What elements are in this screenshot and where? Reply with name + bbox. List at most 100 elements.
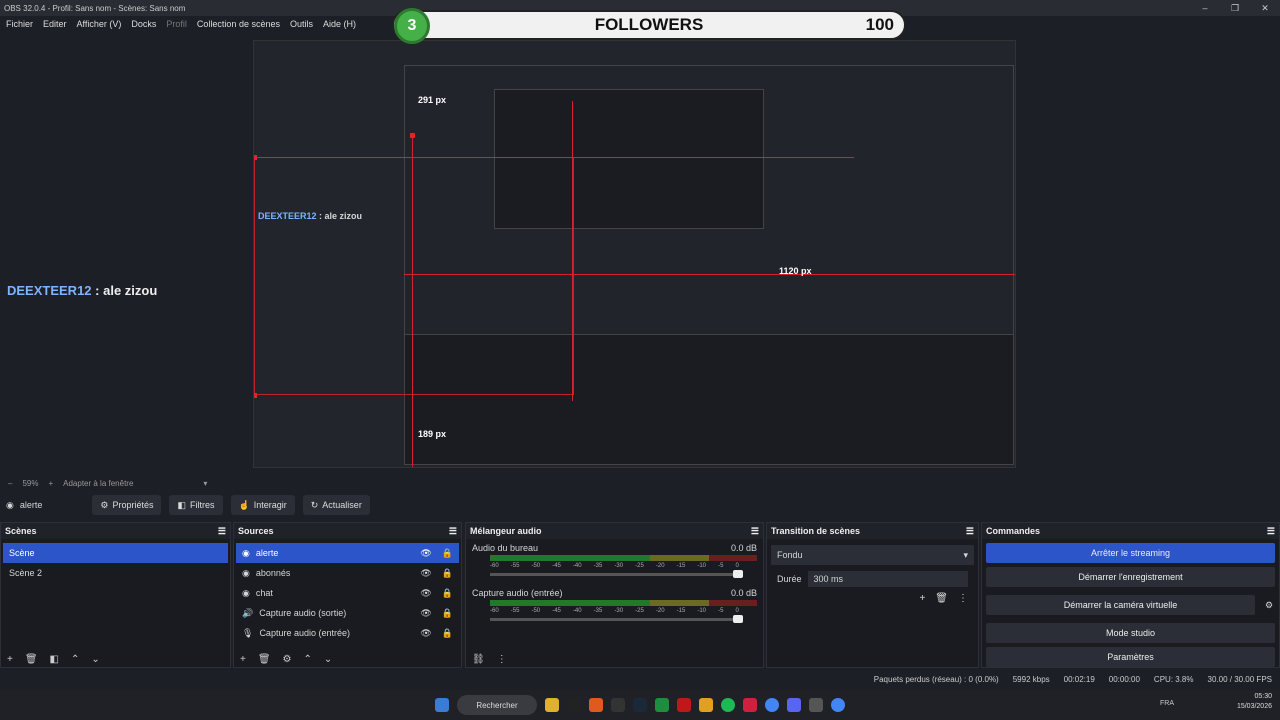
scene-item[interactable]: Scène 2 [3, 563, 228, 583]
add-icon[interactable]: + [240, 654, 246, 665]
source-label: Capture audio (entrée) [259, 628, 350, 638]
trash-icon[interactable]: 🗑 [258, 654, 271, 665]
transition-select[interactable]: Fondu ▾ [771, 545, 974, 565]
spotify-icon[interactable] [721, 698, 735, 712]
gear-icon[interactable]: ⚙ [1259, 600, 1279, 611]
menu-outils[interactable]: Outils [290, 19, 313, 29]
zoom-in-icon[interactable]: + [48, 479, 53, 488]
folder-icon[interactable] [545, 698, 559, 712]
xbox-icon[interactable] [655, 698, 669, 712]
source-item[interactable]: ◉ chat 👁 🔒 [236, 583, 459, 603]
studio-mode-button[interactable]: Mode studio [986, 623, 1275, 643]
scenes-footer: + 🗑 ◧ ⌃ ⌄ [1, 654, 100, 665]
refresh-button[interactable]: ↻ Actualiser [302, 495, 370, 515]
obs-icon[interactable] [809, 698, 823, 712]
mixer-dock: Mélangeur audio ☰ Audio du bureau 0.0 dB -… [465, 522, 764, 668]
preview-canvas[interactable]: 291 px 1120 px 189 px DEEXTEER12 : ale z… [253, 40, 1016, 468]
language-indicator[interactable]: FRA [1160, 700, 1174, 707]
up-icon[interactable]: ⌃ [71, 654, 79, 665]
lock-icon[interactable]: 🔒 [442, 628, 453, 639]
source-item[interactable]: ◉ alerte 👁 🔒 [236, 543, 459, 563]
fit-window[interactable]: Adapter à la fenêtre [63, 479, 133, 488]
menu-collection[interactable]: Collection de scènes [197, 19, 280, 29]
volume-slider[interactable] [490, 615, 743, 623]
scene-item[interactable]: Scène [3, 543, 228, 563]
stop-streaming-button[interactable]: Arrêter le streaming [986, 543, 1275, 563]
taskbar-search[interactable]: Rechercher [457, 695, 537, 715]
up-icon[interactable]: ⌃ [304, 654, 312, 665]
eye-icon[interactable]: 👁 [420, 548, 431, 559]
filter-icon[interactable]: ◧ [50, 654, 59, 665]
dock-menu-icon[interactable]: ☰ [218, 526, 226, 537]
guide-line [412, 133, 413, 467]
properties-button[interactable]: ⚙ Propriétés [92, 495, 162, 515]
eye-icon[interactable]: 👁 [420, 628, 431, 639]
lock-icon[interactable]: 🔒 [442, 568, 453, 579]
volume-slider[interactable] [490, 570, 743, 578]
eye-icon[interactable]: 👁 [420, 568, 431, 579]
menu-docks[interactable]: Docks [131, 19, 156, 29]
slider-knob[interactable] [733, 570, 743, 578]
down-icon[interactable]: ⌄ [324, 654, 332, 665]
trash-icon[interactable]: 🗑 [25, 654, 38, 665]
fps: 30.00 / 30.00 FPS [1207, 674, 1273, 684]
lock-icon[interactable]: 🔒 [442, 548, 453, 559]
source-label: alerte [255, 548, 279, 558]
discord-icon[interactable] [787, 698, 801, 712]
followers-overlay: 3 FOLLOWERS 100 [392, 8, 906, 44]
source-item[interactable]: 🔊 Capture audio (sortie) 👁 🔒 [236, 603, 459, 623]
add-icon[interactable]: + [919, 593, 925, 604]
eye-icon[interactable]: 👁 [420, 588, 431, 599]
down-icon[interactable]: ⌄ [91, 654, 99, 665]
virtual-camera-button[interactable]: Démarrer la caméra virtuelle [986, 595, 1255, 615]
lock-icon[interactable]: 🔒 [442, 608, 453, 619]
menu-aide[interactable]: Aide (H) [323, 19, 356, 29]
dock-menu-icon[interactable]: ☰ [966, 526, 974, 537]
app-icon[interactable] [589, 698, 603, 712]
lock-icon[interactable]: 🔒 [442, 588, 453, 599]
minimize-icon[interactable]: – [1190, 0, 1220, 16]
handle[interactable] [254, 155, 257, 160]
chrome-icon[interactable] [831, 698, 845, 712]
dock-menu-icon[interactable]: ☰ [751, 526, 759, 537]
menu-editer[interactable]: Editer [43, 19, 67, 29]
steam-icon[interactable] [633, 698, 647, 712]
source-item[interactable]: 🎙 Capture audio (entrée) 👁 🔒 [236, 623, 459, 643]
zoom-out-icon[interactable]: – [8, 479, 12, 488]
windows-icon[interactable] [435, 698, 449, 712]
source-item[interactable]: ◉ abonnés 👁 🔒 [236, 563, 459, 583]
browser-icon: ◉ [242, 587, 250, 598]
chrome-icon[interactable] [765, 698, 779, 712]
dock-menu-icon[interactable]: ☰ [449, 526, 457, 537]
menu-fichier[interactable]: Fichier [6, 19, 33, 29]
system-clock[interactable]: 05:30 15/03/2026 [1237, 692, 1272, 712]
transitions-dock: Transition de scènes ☰ Fondu ▾ Durée 300 ms… [766, 522, 979, 668]
gear-icon[interactable]: ⚙ [283, 654, 292, 665]
handle[interactable] [254, 393, 257, 398]
slider-knob[interactable] [733, 615, 743, 623]
interact-button[interactable]: ☝ Interagir [230, 495, 295, 515]
close-icon[interactable]: ✕ [1250, 0, 1280, 16]
link-icon[interactable]: ⛓ [472, 654, 485, 665]
chevron-down-icon[interactable]: ▾ [203, 479, 207, 488]
menu-profil[interactable]: Profil [166, 19, 187, 29]
epic-icon[interactable] [611, 698, 625, 712]
more-icon[interactable]: ⋮ [497, 654, 507, 665]
app-icon[interactable] [743, 698, 757, 712]
trash-icon[interactable]: 🗑 [935, 593, 948, 604]
settings-button[interactable]: Paramètres [986, 647, 1275, 667]
start-recording-button[interactable]: Démarrer l'enregistrement [986, 567, 1275, 587]
gear-icon: ⚙ [100, 499, 109, 510]
eye-icon[interactable]: 👁 [420, 608, 431, 619]
add-icon[interactable]: + [7, 654, 13, 665]
menu-afficher[interactable]: Afficher (V) [77, 19, 122, 29]
more-icon[interactable]: ⋮ [958, 593, 968, 604]
app-icon[interactable] [567, 698, 581, 712]
duration-input[interactable]: 300 ms [807, 571, 968, 587]
handle[interactable] [410, 133, 415, 138]
app-icon[interactable] [699, 698, 713, 712]
maximize-icon[interactable]: ❐ [1220, 0, 1250, 16]
filters-button[interactable]: ◧ Filtres [169, 495, 223, 515]
app-icon[interactable] [677, 698, 691, 712]
dock-menu-icon[interactable]: ☰ [1267, 526, 1275, 537]
